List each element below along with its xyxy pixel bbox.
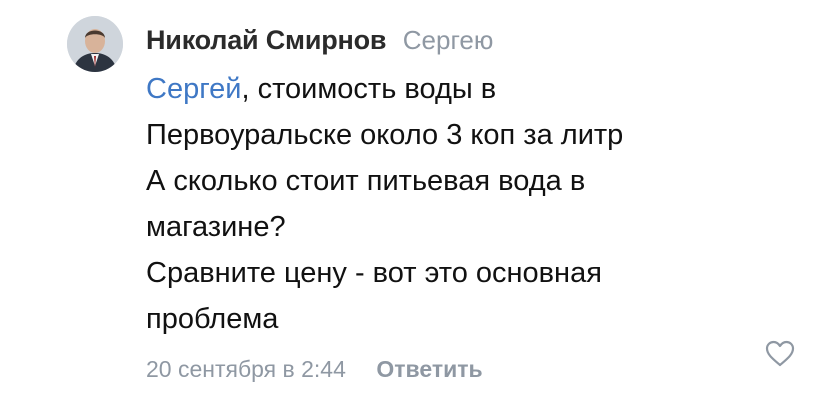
text-line-segment: , стоимость воды в <box>241 73 497 105</box>
text-line: Сравните цену - вот это основная <box>146 257 602 289</box>
text-line: А сколько стоит питьевая вода в <box>146 165 586 197</box>
comment-header: Николай Смирнов Сергею <box>146 20 786 60</box>
comment-footer: 20 сентября в 2:44 Ответить <box>146 352 786 386</box>
author-name[interactable]: Николай Смирнов <box>146 25 387 55</box>
avatar-photo-icon <box>67 16 123 72</box>
like-button[interactable] <box>763 337 797 371</box>
text-line: магазине? <box>146 211 286 243</box>
reply-to-name[interactable]: Сергею <box>403 25 494 55</box>
comment-card: Николай Смирнов Сергею Сергей, стоимость… <box>0 0 817 410</box>
text-line: Первоуральске около 3 коп за литр <box>146 119 624 151</box>
comment-text: Сергей, стоимость воды в Первоуральске о… <box>146 66 786 342</box>
comment-body: Николай Смирнов Сергею Сергей, стоимость… <box>146 20 786 386</box>
text-line: проблема <box>146 303 279 335</box>
text-line: Сергей, стоимость воды в <box>146 66 786 112</box>
heart-icon <box>765 340 795 367</box>
comment-date[interactable]: 20 сентября в 2:44 <box>146 356 346 382</box>
reply-button[interactable]: Ответить <box>376 356 482 382</box>
avatar[interactable] <box>67 16 123 72</box>
mention-link[interactable]: Сергей <box>146 73 241 105</box>
